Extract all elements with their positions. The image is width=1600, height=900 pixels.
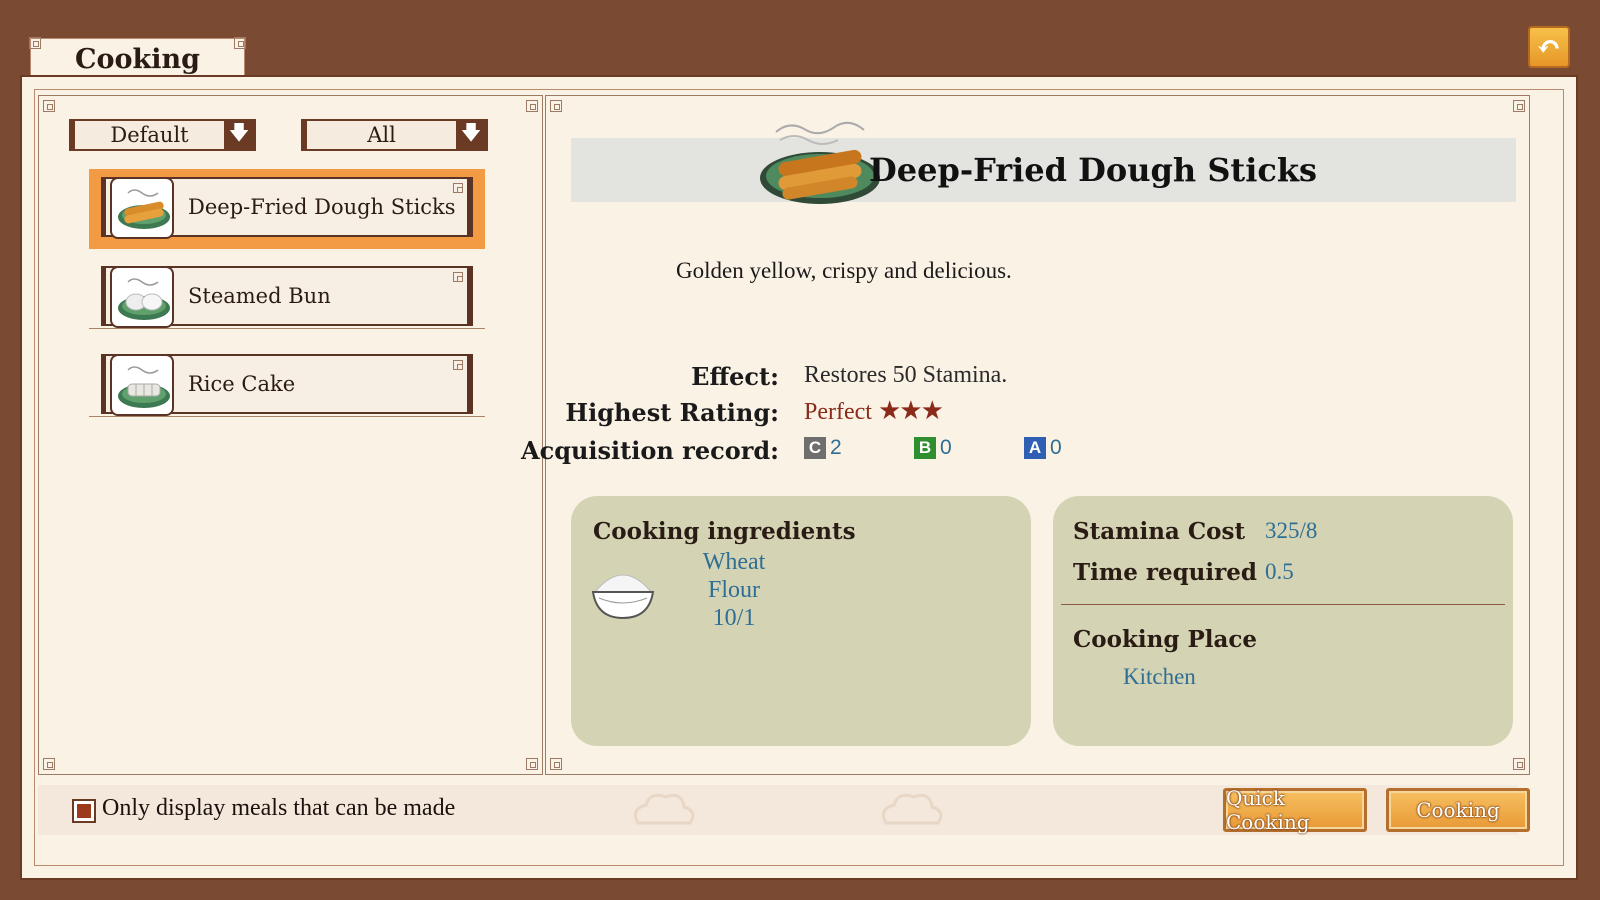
recipe-item-steamed-bun[interactable]: Steamed Bun (89, 261, 485, 329)
ingredients-heading: Cooking ingredients (593, 518, 856, 545)
flour-bowl-icon[interactable] (589, 562, 657, 626)
rating-value: Perfect (804, 399, 872, 425)
corner-ornament (1513, 758, 1525, 770)
only-makeable-label[interactable]: Only display meals that can be made (102, 795, 455, 822)
steamed-bun-icon (110, 266, 174, 328)
window-title: Cooking (75, 44, 200, 75)
recipe-label: Steamed Bun (188, 284, 331, 308)
acquisition-grade-c: C2 (804, 436, 842, 460)
corner-ornament (453, 360, 463, 370)
effect-label: Effect: (691, 362, 779, 391)
cloud-ornament-icon (881, 793, 943, 825)
rice-cake-icon (110, 354, 174, 416)
stamina-cost-label: Stamina Cost (1073, 518, 1246, 545)
rating-stars-icon: ★★★ (877, 396, 944, 425)
chevron-down-icon: 🡇 (456, 120, 486, 149)
cooking-place-value: Kitchen (1123, 664, 1196, 689)
only-makeable-checkbox[interactable] (72, 799, 96, 823)
acquisition-grade-a: A0 (1024, 436, 1062, 460)
cooking-place-label: Cooking Place (1073, 626, 1258, 653)
effect-value: Restores 50 Stamina. (804, 362, 1008, 388)
back-button[interactable]: ↶ (1528, 26, 1570, 68)
time-required-label: Time required (1073, 559, 1257, 586)
ingredient-quantity: 10/1 (712, 605, 756, 631)
recipe-label: Deep-Fried Dough Sticks (188, 195, 456, 219)
recipe-card: Rice Cake (101, 354, 473, 416)
sort-dropdown-label: Default (110, 123, 189, 147)
divider (1061, 604, 1505, 605)
corner-ornament (550, 100, 562, 112)
recipe-detail-panel: Deep-Fried Dough Sticks Golden yellow, c… (521, 95, 1530, 775)
dish-header: Deep-Fried Dough Sticks (571, 121, 1516, 204)
dish-description: Golden yellow, crispy and delicious. (676, 258, 1012, 283)
checkbox-fill (77, 804, 91, 818)
category-dropdown-label: All (367, 123, 396, 147)
dough-sticks-dish-icon (756, 118, 884, 210)
corner-ornament (43, 758, 55, 770)
ingredient-name-line2: Flour (707, 577, 760, 603)
recipe-item-deep-fried-dough-sticks[interactable]: Deep-Fried Dough Sticks (89, 169, 485, 249)
cloud-ornament-icon (633, 793, 695, 825)
stats-card: Stamina Cost 325/8 Time required 0.5 Coo… (1053, 496, 1513, 746)
corner-ornament (526, 100, 538, 112)
recipe-item-rice-cake[interactable]: Rice Cake (89, 349, 485, 417)
window-title-tab: Cooking (29, 37, 246, 80)
cooking-button[interactable]: Cooking (1386, 788, 1530, 832)
cooking-label: Cooking (1416, 798, 1500, 822)
corner-ornament (453, 272, 463, 282)
corner-ornament (526, 758, 538, 770)
corner-ornament (550, 758, 562, 770)
dish-title: Deep-Fried Dough Sticks (869, 151, 1318, 189)
dough-sticks-icon (110, 177, 174, 239)
recipe-list-panel: Default 🡇 All 🡇 Deep-Fried Dough Sticks (38, 95, 543, 775)
corner-ornament (43, 100, 55, 112)
grade-c-badge: C (804, 437, 826, 459)
grade-c-count: 2 (830, 436, 842, 459)
sort-dropdown[interactable]: Default 🡇 (69, 119, 256, 151)
recipe-card: Steamed Bun (101, 266, 473, 328)
stamina-cost-value: 325/8 (1265, 518, 1318, 543)
corner-ornament (29, 37, 41, 49)
corner-ornament (1513, 100, 1525, 112)
rating-value-group: Perfect ★★★ (804, 396, 944, 426)
ingredient-name-line1: Wheat (702, 549, 766, 575)
time-required-value: 0.5 (1265, 559, 1294, 584)
grade-b-badge: B (914, 437, 936, 459)
recipe-label: Rice Cake (188, 372, 296, 396)
back-arrow-icon: ↶ (1536, 29, 1562, 65)
rating-label: Highest Rating: (565, 398, 779, 427)
ingredient-item: Wheat Flour 10/1 (679, 548, 789, 632)
category-dropdown[interactable]: All 🡇 (301, 119, 488, 151)
acquisition-grade-b: B0 (914, 436, 952, 460)
quick-cooking-label: Quick Cooking (1226, 786, 1310, 834)
corner-ornament (453, 183, 463, 193)
chevron-down-icon: 🡇 (224, 120, 254, 149)
acquisition-label: Acquisition record: (520, 436, 779, 465)
grade-a-badge: A (1024, 437, 1046, 459)
grade-a-count: 0 (1050, 436, 1062, 459)
quick-cooking-button[interactable]: Quick Cooking (1223, 786, 1367, 834)
corner-ornament (234, 37, 246, 49)
grade-b-count: 0 (940, 436, 952, 459)
recipe-card: Deep-Fried Dough Sticks (101, 177, 473, 239)
ingredients-card: Cooking ingredients Wheat Flour 10/1 (571, 496, 1031, 746)
footer-bar: Only display meals that can be made Quic… (38, 785, 1530, 835)
